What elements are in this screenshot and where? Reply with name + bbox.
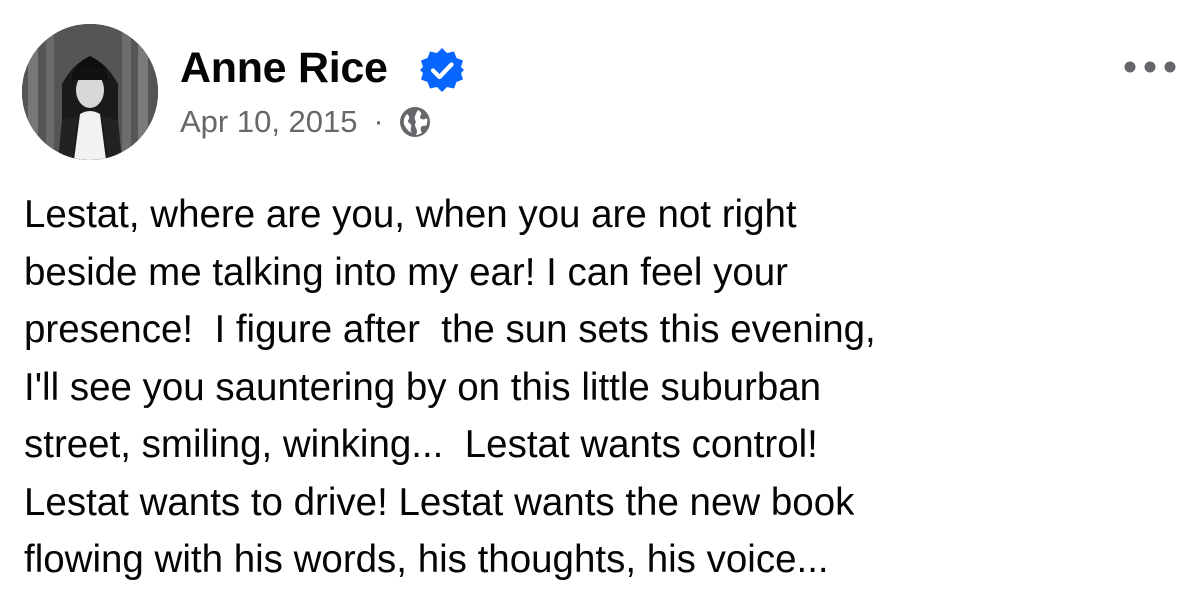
post-body-text: Lestat, where are you, when you are not …: [24, 193, 876, 581]
post-card: Anne Rice Apr 10, 2015 · Lestat, where a…: [0, 0, 1200, 613]
post-meta: Apr 10, 2015 ·: [180, 102, 432, 142]
more-options-button[interactable]: [1118, 52, 1182, 82]
author-name[interactable]: Anne Rice: [180, 42, 388, 94]
author-avatar[interactable]: [22, 24, 158, 160]
globe-icon[interactable]: [398, 105, 432, 139]
meta-separator: ·: [373, 105, 384, 138]
more-horizontal-icon: [1124, 61, 1176, 73]
avatar-photo: [22, 24, 158, 160]
verified-badge-icon: [420, 48, 464, 92]
post-date[interactable]: Apr 10, 2015: [180, 104, 358, 140]
